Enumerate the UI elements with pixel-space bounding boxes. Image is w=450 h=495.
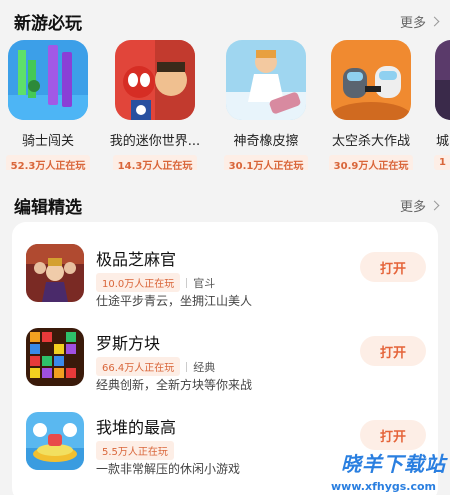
section-title-editor-picks: 编辑精选 [14,198,82,218]
new-games-header: 新游必玩 更多 [0,6,450,36]
more-label: 更多 [399,200,426,215]
players-badge: 1 [434,155,450,170]
game-card[interactable]: 骑士闯关 52.3万人正在玩 [0,40,98,170]
game-icon [26,328,84,386]
chevron-right-icon [429,200,440,211]
game-icon [331,40,411,120]
category-label: 经典 [193,360,216,374]
game-name: 骑士闯关 [21,134,74,149]
section-title-new-games: 新游必玩 [14,14,82,34]
game-description: 一款非常解压的休闲小游戏 [96,462,241,476]
players-badge: 30.1万人正在玩 [223,155,309,170]
game-title: 我堆的最高 [96,418,177,437]
players-badge: 5.5万人正在玩 [96,441,174,460]
open-button[interactable]: 打开 [360,420,426,450]
game-name: 我的迷你世界... [109,134,201,149]
game-icon [115,40,195,120]
new-games-more-button[interactable]: 更多 [399,12,440,31]
players-badge: 30.9万人正在玩 [328,155,414,170]
game-name: 神奇橡皮擦 [233,134,299,149]
game-icon [8,40,88,120]
watermark-url: www.xfhygs.com [331,480,436,493]
game-icon [226,40,306,120]
watermark-logo: 晓羊下载站 [341,452,446,476]
editor-picks-header: 编辑精选 更多 [0,190,450,220]
game-description: 仕途平步青云，坐拥江山美人 [96,294,253,308]
game-meta: 10.0万人正在玩 官斗 [96,273,215,292]
new-games-carousel[interactable]: 骑士闯关 52.3万人正在玩 我的迷你世界... 14.3万人正在玩 神奇橡皮擦… [0,40,450,170]
game-card[interactable]: 神奇橡皮擦 30.1万人正在玩 [216,40,316,170]
players-badge: 14.3万人正在玩 [112,155,198,170]
game-meta: 66.4万人正在玩 经典 [96,357,215,376]
game-card[interactable]: 我的迷你世界... 14.3万人正在玩 [105,40,205,170]
more-label: 更多 [399,16,426,31]
game-description: 经典创新，全新方块等你来战 [96,378,253,392]
game-title: 罗斯方块 [96,334,161,353]
category-label: 官斗 [193,276,216,290]
divider [186,361,188,372]
game-name: 太空杀大作战 [331,134,410,149]
open-button[interactable]: 打开 [360,336,426,366]
divider [186,277,188,288]
game-card[interactable]: 城 1 [420,40,450,170]
game-card[interactable]: 太空杀大作战 30.9万人正在玩 [321,40,421,170]
game-icon [26,412,84,470]
game-icon [435,40,450,120]
chevron-right-icon [429,16,440,27]
game-title: 极品芝麻官 [96,250,177,269]
list-item[interactable]: 极品芝麻官 10.0万人正在玩 官斗 仕途平步青云，坐拥江山美人 打开 [12,238,438,318]
open-button[interactable]: 打开 [360,252,426,282]
players-badge: 10.0万人正在玩 [96,273,181,292]
list-item[interactable]: 罗斯方块 66.4万人正在玩 经典 经典创新，全新方块等你来战 打开 [12,322,438,402]
game-icon [26,244,84,302]
game-meta: 5.5万人正在玩 [96,441,174,460]
editor-picks-more-button[interactable]: 更多 [399,196,440,215]
players-badge: 52.3万人正在玩 [5,155,91,170]
players-badge: 66.4万人正在玩 [96,357,181,376]
game-name: 城 [436,134,450,149]
